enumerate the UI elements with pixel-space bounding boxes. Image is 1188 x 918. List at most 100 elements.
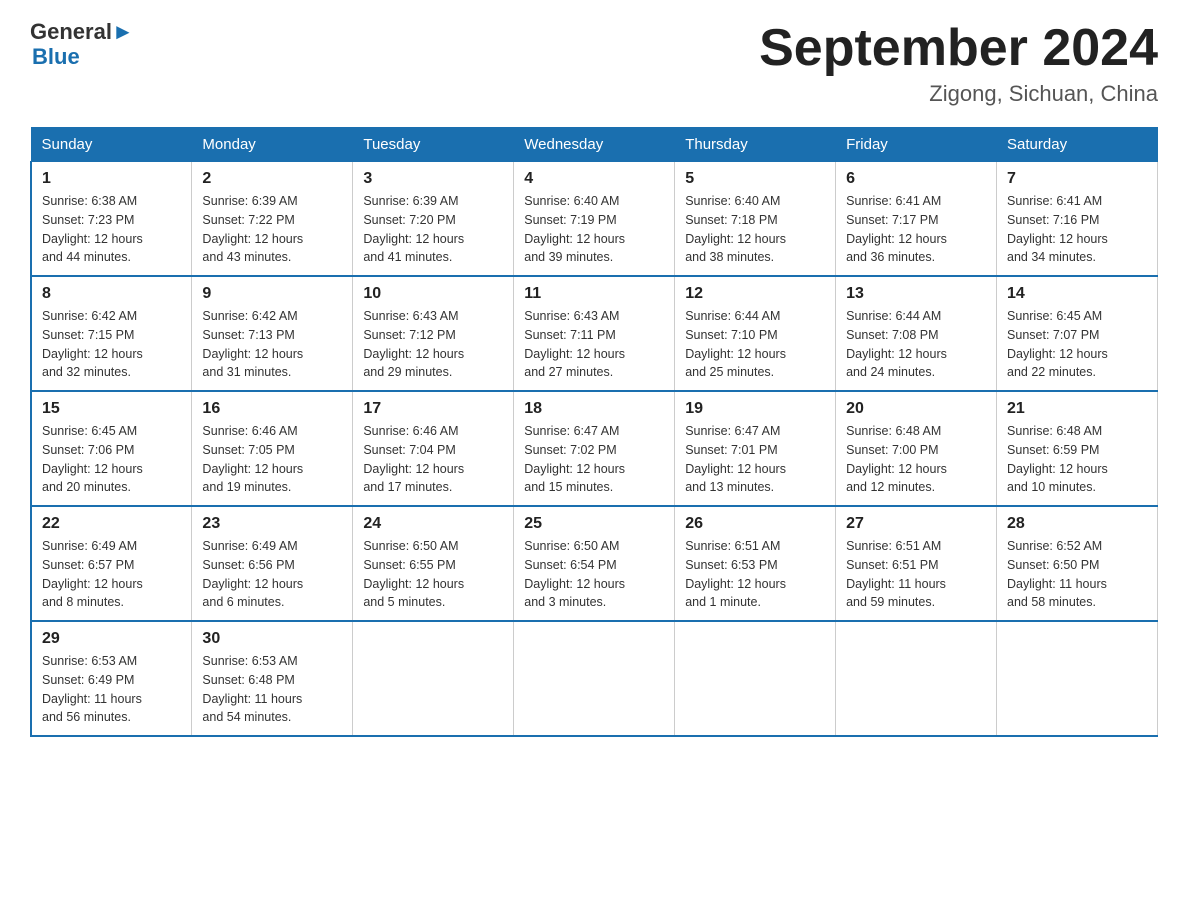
day-info: Sunrise: 6:48 AMSunset: 7:00 PMDaylight:…	[846, 422, 986, 497]
day-number: 16	[202, 400, 342, 418]
calendar-week-row: 8 Sunrise: 6:42 AMSunset: 7:15 PMDayligh…	[31, 276, 1158, 391]
day-number: 9	[202, 285, 342, 303]
table-row: 14 Sunrise: 6:45 AMSunset: 7:07 PMDaylig…	[997, 276, 1158, 391]
day-info: Sunrise: 6:49 AMSunset: 6:56 PMDaylight:…	[202, 537, 342, 612]
table-row: 6 Sunrise: 6:41 AMSunset: 7:17 PMDayligh…	[836, 162, 997, 277]
col-monday: Monday	[192, 128, 353, 162]
col-thursday: Thursday	[675, 128, 836, 162]
day-info: Sunrise: 6:45 AMSunset: 7:06 PMDaylight:…	[42, 422, 181, 497]
table-row	[514, 621, 675, 736]
calendar-week-row: 15 Sunrise: 6:45 AMSunset: 7:06 PMDaylig…	[31, 391, 1158, 506]
day-info: Sunrise: 6:50 AMSunset: 6:55 PMDaylight:…	[363, 537, 503, 612]
table-row	[675, 621, 836, 736]
day-number: 1	[42, 170, 181, 188]
table-row: 25 Sunrise: 6:50 AMSunset: 6:54 PMDaylig…	[514, 506, 675, 621]
day-info: Sunrise: 6:51 AMSunset: 6:53 PMDaylight:…	[685, 537, 825, 612]
table-row: 13 Sunrise: 6:44 AMSunset: 7:08 PMDaylig…	[836, 276, 997, 391]
table-row: 15 Sunrise: 6:45 AMSunset: 7:06 PMDaylig…	[31, 391, 192, 506]
day-number: 28	[1007, 515, 1147, 533]
day-number: 18	[524, 400, 664, 418]
calendar-table: Sunday Monday Tuesday Wednesday Thursday…	[30, 127, 1158, 737]
day-info: Sunrise: 6:51 AMSunset: 6:51 PMDaylight:…	[846, 537, 986, 612]
table-row: 27 Sunrise: 6:51 AMSunset: 6:51 PMDaylig…	[836, 506, 997, 621]
day-number: 2	[202, 170, 342, 188]
calendar-week-row: 1 Sunrise: 6:38 AMSunset: 7:23 PMDayligh…	[31, 162, 1158, 277]
day-info: Sunrise: 6:41 AMSunset: 7:17 PMDaylight:…	[846, 192, 986, 267]
day-info: Sunrise: 6:46 AMSunset: 7:05 PMDaylight:…	[202, 422, 342, 497]
day-number: 30	[202, 630, 342, 648]
table-row: 26 Sunrise: 6:51 AMSunset: 6:53 PMDaylig…	[675, 506, 836, 621]
table-row: 18 Sunrise: 6:47 AMSunset: 7:02 PMDaylig…	[514, 391, 675, 506]
table-row	[836, 621, 997, 736]
table-row: 10 Sunrise: 6:43 AMSunset: 7:12 PMDaylig…	[353, 276, 514, 391]
day-number: 29	[42, 630, 181, 648]
day-number: 5	[685, 170, 825, 188]
col-sunday: Sunday	[31, 128, 192, 162]
table-row: 22 Sunrise: 6:49 AMSunset: 6:57 PMDaylig…	[31, 506, 192, 621]
day-info: Sunrise: 6:52 AMSunset: 6:50 PMDaylight:…	[1007, 537, 1147, 612]
day-info: Sunrise: 6:42 AMSunset: 7:15 PMDaylight:…	[42, 307, 181, 382]
day-number: 4	[524, 170, 664, 188]
calendar-header-row: Sunday Monday Tuesday Wednesday Thursday…	[31, 128, 1158, 162]
col-saturday: Saturday	[997, 128, 1158, 162]
location: Zigong, Sichuan, China	[759, 81, 1158, 107]
day-info: Sunrise: 6:48 AMSunset: 6:59 PMDaylight:…	[1007, 422, 1147, 497]
day-info: Sunrise: 6:41 AMSunset: 7:16 PMDaylight:…	[1007, 192, 1147, 267]
table-row: 21 Sunrise: 6:48 AMSunset: 6:59 PMDaylig…	[997, 391, 1158, 506]
day-info: Sunrise: 6:44 AMSunset: 7:08 PMDaylight:…	[846, 307, 986, 382]
table-row: 9 Sunrise: 6:42 AMSunset: 7:13 PMDayligh…	[192, 276, 353, 391]
day-number: 10	[363, 285, 503, 303]
day-info: Sunrise: 6:44 AMSunset: 7:10 PMDaylight:…	[685, 307, 825, 382]
day-info: Sunrise: 6:43 AMSunset: 7:11 PMDaylight:…	[524, 307, 664, 382]
table-row: 8 Sunrise: 6:42 AMSunset: 7:15 PMDayligh…	[31, 276, 192, 391]
day-info: Sunrise: 6:47 AMSunset: 7:01 PMDaylight:…	[685, 422, 825, 497]
table-row: 4 Sunrise: 6:40 AMSunset: 7:19 PMDayligh…	[514, 162, 675, 277]
logo-text: General►	[30, 20, 134, 44]
day-number: 7	[1007, 170, 1147, 188]
col-tuesday: Tuesday	[353, 128, 514, 162]
day-number: 22	[42, 515, 181, 533]
table-row	[997, 621, 1158, 736]
calendar-week-row: 29 Sunrise: 6:53 AMSunset: 6:49 PMDaylig…	[31, 621, 1158, 736]
day-number: 20	[846, 400, 986, 418]
day-number: 26	[685, 515, 825, 533]
day-number: 12	[685, 285, 825, 303]
table-row: 16 Sunrise: 6:46 AMSunset: 7:05 PMDaylig…	[192, 391, 353, 506]
table-row: 24 Sunrise: 6:50 AMSunset: 6:55 PMDaylig…	[353, 506, 514, 621]
day-number: 25	[524, 515, 664, 533]
day-info: Sunrise: 6:53 AMSunset: 6:48 PMDaylight:…	[202, 652, 342, 727]
table-row: 19 Sunrise: 6:47 AMSunset: 7:01 PMDaylig…	[675, 391, 836, 506]
day-info: Sunrise: 6:46 AMSunset: 7:04 PMDaylight:…	[363, 422, 503, 497]
logo: General► Blue	[30, 20, 134, 70]
table-row: 23 Sunrise: 6:49 AMSunset: 6:56 PMDaylig…	[192, 506, 353, 621]
table-row: 3 Sunrise: 6:39 AMSunset: 7:20 PMDayligh…	[353, 162, 514, 277]
table-row: 30 Sunrise: 6:53 AMSunset: 6:48 PMDaylig…	[192, 621, 353, 736]
day-number: 11	[524, 285, 664, 303]
day-info: Sunrise: 6:42 AMSunset: 7:13 PMDaylight:…	[202, 307, 342, 382]
day-info: Sunrise: 6:43 AMSunset: 7:12 PMDaylight:…	[363, 307, 503, 382]
table-row: 20 Sunrise: 6:48 AMSunset: 7:00 PMDaylig…	[836, 391, 997, 506]
day-number: 15	[42, 400, 181, 418]
day-info: Sunrise: 6:49 AMSunset: 6:57 PMDaylight:…	[42, 537, 181, 612]
day-info: Sunrise: 6:47 AMSunset: 7:02 PMDaylight:…	[524, 422, 664, 497]
table-row: 7 Sunrise: 6:41 AMSunset: 7:16 PMDayligh…	[997, 162, 1158, 277]
col-friday: Friday	[836, 128, 997, 162]
table-row: 1 Sunrise: 6:38 AMSunset: 7:23 PMDayligh…	[31, 162, 192, 277]
table-row: 29 Sunrise: 6:53 AMSunset: 6:49 PMDaylig…	[31, 621, 192, 736]
page-header: General► Blue September 2024 Zigong, Sic…	[30, 20, 1158, 107]
day-info: Sunrise: 6:53 AMSunset: 6:49 PMDaylight:…	[42, 652, 181, 727]
day-number: 14	[1007, 285, 1147, 303]
day-number: 3	[363, 170, 503, 188]
day-number: 21	[1007, 400, 1147, 418]
logo-blue: Blue	[32, 44, 134, 70]
title-section: September 2024 Zigong, Sichuan, China	[759, 20, 1158, 107]
day-number: 17	[363, 400, 503, 418]
table-row: 11 Sunrise: 6:43 AMSunset: 7:11 PMDaylig…	[514, 276, 675, 391]
table-row: 17 Sunrise: 6:46 AMSunset: 7:04 PMDaylig…	[353, 391, 514, 506]
table-row	[353, 621, 514, 736]
day-number: 23	[202, 515, 342, 533]
day-info: Sunrise: 6:38 AMSunset: 7:23 PMDaylight:…	[42, 192, 181, 267]
day-info: Sunrise: 6:40 AMSunset: 7:18 PMDaylight:…	[685, 192, 825, 267]
day-number: 24	[363, 515, 503, 533]
day-number: 19	[685, 400, 825, 418]
